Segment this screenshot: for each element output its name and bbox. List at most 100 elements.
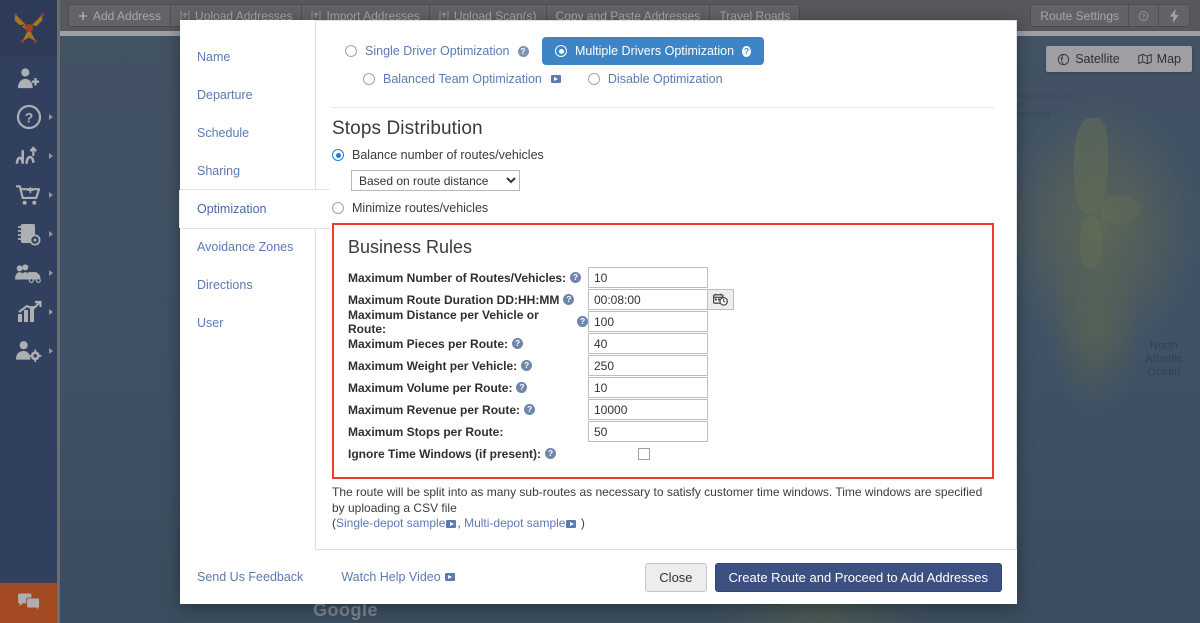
business-rules-section: Business Rules Maximum Number of Routes/… [332,223,994,479]
optimization-panel: Single Driver Optimization ? Multiple Dr… [315,20,1017,550]
route-settings-modal: Name Departure Schedule Sharing Optimiza… [180,20,1017,604]
help-icon[interactable]: ? [524,404,535,415]
close-button[interactable]: Close [645,563,706,592]
video-icon[interactable] [566,520,576,528]
create-route-button[interactable]: Create Route and Proceed to Add Addresse… [715,563,1002,592]
end-route-departure-address-option[interactable]: End route at Departure address (Roundtri… [525,550,802,551]
help-icon[interactable]: ? [518,46,529,57]
ignore-time-windows-checkbox[interactable] [638,448,650,460]
sample-links-line: (Single-depot sample, Multi-depot sample… [332,516,994,532]
business-rule-label-wrap: Maximum Stops per Route: [348,425,588,439]
modal-footer: Send Us Feedback Watch Help Video Close … [180,550,1017,604]
optimization-mode-group: Single Driver Optimization ? Multiple Dr… [332,37,994,93]
time-windows-note: The route will be split into as many sub… [332,485,994,532]
business-rule-label-wrap: Maximum Weight per Vehicle: ? [348,359,588,373]
single-depot-sample-link[interactable]: Single-depot sample [336,516,445,530]
max-distance-label: Maximum Distance per Vehicle or Route: [348,308,573,336]
max-routes-input[interactable] [588,267,708,288]
video-icon[interactable] [446,520,456,528]
modal-tab-list: Name Departure Schedule Sharing Optimiza… [180,20,315,550]
end-route-option-group: End route at any address ? End route at … [332,550,994,551]
max-distance-input[interactable] [588,311,708,332]
max-routes-label: Maximum Number of Routes/Vehicles: [348,271,566,285]
disable-optimization-option[interactable]: Disable Optimization [575,65,785,93]
end-route-any-address-label: End route at any address [350,550,490,551]
help-icon[interactable]: ? [545,448,556,459]
business-rule-row: Ignore Time Windows (if present): ? [348,443,978,465]
minimize-routes-option[interactable]: Minimize routes/vehicles [332,201,994,215]
business-rule-row: Maximum Number of Routes/Vehicles: ? [348,267,978,289]
multiple-drivers-optimization-option[interactable]: Multiple Drivers Optimization ? [542,37,764,65]
end-route-last-address-option: End route at last address ? [820,550,994,551]
modal-tab-label: Name [197,50,230,64]
video-icon[interactable] [551,75,561,83]
radio-indicator[interactable] [332,149,344,161]
business-rule-row: Maximum Weight per Vehicle: ? [348,355,978,377]
modal-action-buttons: Close Create Route and Proceed to Add Ad… [645,563,1002,592]
business-rule-label-wrap: Maximum Route Duration DD:HH:MM ? [348,293,588,307]
single-driver-optimization-option[interactable]: Single Driver Optimization ? [332,37,542,65]
business-rule-row: Maximum Distance per Vehicle or Route: ? [348,311,978,333]
max-volume-input[interactable] [588,377,708,398]
balance-routes-option[interactable]: Balance number of routes/vehicles [332,148,994,162]
business-rule-label-wrap: Maximum Volume per Route: ? [348,381,588,395]
minimize-routes-label: Minimize routes/vehicles [352,201,488,215]
help-icon[interactable]: ? [577,316,588,327]
max-volume-label: Maximum Volume per Route: [348,381,512,395]
modal-tab-label: Schedule [197,126,249,140]
business-rule-label-wrap: Ignore Time Windows (if present): ? [348,447,588,461]
max-duration-label: Maximum Route Duration DD:HH:MM [348,293,559,307]
calendar-clock-icon [713,293,728,306]
modal-tab-label: Directions [197,278,253,292]
max-stops-input[interactable] [588,421,708,442]
help-icon[interactable]: ? [516,382,527,393]
radio-indicator[interactable] [345,45,357,57]
radio-indicator[interactable] [588,73,600,85]
divider [332,107,994,108]
close-paren: ) [581,516,585,530]
balanced-team-optimization-option[interactable]: Balanced Team Optimization [350,65,575,93]
send-feedback-link[interactable]: Send Us Feedback [197,570,303,584]
distribution-basis-select[interactable]: Based on route distance Based on number … [351,170,520,191]
modal-tab-optimization[interactable]: Optimization [180,190,330,228]
max-pieces-input[interactable] [588,333,708,354]
modal-tab-directions[interactable]: Directions [180,266,315,304]
balanced-team-optimization-label: Balanced Team Optimization [383,72,542,86]
radio-indicator[interactable] [555,45,567,57]
max-revenue-input[interactable] [588,399,708,420]
modal-tab-label: Sharing [197,164,240,178]
video-icon[interactable] [445,573,455,581]
end-route-any-address-option[interactable]: End route at any address ? [332,550,507,551]
end-route-departure-address-label: End route at Departure address (Roundtri… [543,550,784,551]
modal-tab-user[interactable]: User [180,304,315,342]
help-icon[interactable]: ? [570,272,581,283]
watch-help-video-link[interactable]: Watch Help Video [341,570,440,584]
radio-indicator[interactable] [332,202,344,214]
modal-body: Name Departure Schedule Sharing Optimiza… [180,20,1017,550]
radio-indicator[interactable] [363,73,375,85]
business-rule-label-wrap: Maximum Revenue per Route: ? [348,403,588,417]
help-icon[interactable]: ? [742,46,751,57]
balance-routes-label: Balance number of routes/vehicles [352,148,544,162]
business-rule-label-wrap: Maximum Number of Routes/Vehicles: ? [348,271,588,285]
max-duration-input[interactable] [588,289,708,310]
max-weight-input[interactable] [588,355,708,376]
modal-tab-departure[interactable]: Departure [180,76,315,114]
business-rule-row: Maximum Volume per Route: ? [348,377,978,399]
modal-tab-schedule[interactable]: Schedule [180,114,315,152]
help-icon[interactable]: ? [512,338,523,349]
help-icon[interactable]: ? [563,294,574,305]
duration-picker-button[interactable] [708,289,734,310]
modal-tab-label: Departure [197,88,253,102]
modal-tab-sharing[interactable]: Sharing [180,152,315,190]
max-revenue-label: Maximum Revenue per Route: [348,403,520,417]
business-rule-label-wrap: Maximum Distance per Vehicle or Route: ? [348,308,588,336]
multi-depot-sample-link[interactable]: Multi-depot sample [464,516,565,530]
stops-distribution-title: Stops Distribution [332,118,994,140]
multiple-drivers-optimization-label: Multiple Drivers Optimization [575,44,734,58]
modal-tab-name[interactable]: Name [180,38,315,76]
modal-tab-avoidance-zones[interactable]: Avoidance Zones [180,228,315,266]
help-icon[interactable]: ? [521,360,532,371]
end-route-last-address-label: End route at last address [838,550,977,551]
single-driver-optimization-label: Single Driver Optimization [365,44,510,58]
